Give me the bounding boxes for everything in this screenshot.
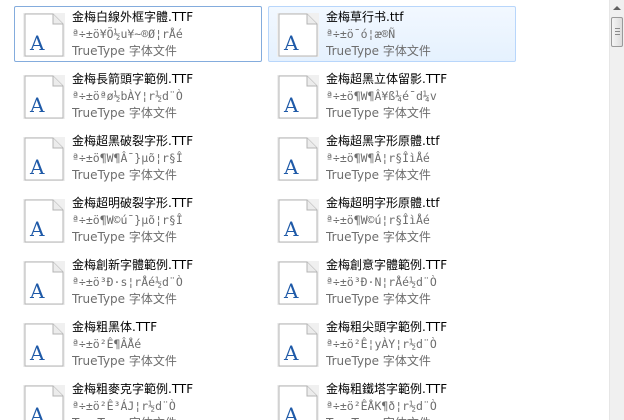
truetype-font-file-icon: A [275,12,321,58]
file-type-label: TrueType 字体文件 [72,415,257,420]
file-name: 金梅超黑破裂字形.TTF [72,134,194,148]
truetype-font-file-icon: A [21,12,67,58]
truetype-font-file-icon: A [21,136,67,182]
file-name: 金梅草行书.ttf [326,10,404,24]
svg-text:A: A [283,217,299,241]
truetype-font-file-icon: A [21,384,67,420]
svg-text:A: A [29,155,45,179]
font-sample-text: ª÷±ö¶W¶Â¯}µõ¦r§Î [72,151,183,165]
file-type-label: TrueType 字体文件 [72,168,177,182]
truetype-font-file-icon: A [275,198,321,244]
file-item[interactable]: A 金梅創意字體範例.TTF ª÷±ö³Ð·N¦rÅé½d¨Ò TrueType 字体… [268,254,516,310]
svg-text:A: A [29,217,45,241]
file-item[interactable]: A 金梅超明字形原體.ttf ª÷±ö¶W©ú¦r§Î­ìÅé TrueType 字体… [268,192,516,248]
file-type-label: TrueType 字体文件 [326,168,431,182]
svg-text:A: A [283,279,299,303]
truetype-font-file-icon: A [21,260,67,306]
truetype-font-file-icon: A [275,384,321,420]
file-item[interactable]: A 金梅粗黑体.TTF ª÷±ö²Ê¶ÂÅé TrueType 字体文件 [14,316,262,372]
font-sample-text: ª÷±ö¶W¶Â¦r§Î­ìÅé [326,151,430,165]
svg-text:A: A [29,31,45,55]
svg-text:A: A [283,341,299,365]
file-type-label: TrueType 字体文件 [72,354,177,368]
font-sample-text: ª÷±ö³Ð·s¦rÅé½d¨Ò [72,275,183,289]
file-type-label: TrueType 字体文件 [326,354,431,368]
file-type-label: TrueType 字体文件 [72,106,177,120]
font-sample-text: ª÷±ö²Ê¦yÀY¦r½d¨Ò [326,337,437,351]
file-name: 金梅超黑字形原體.ttf [326,134,440,148]
file-type-label: TrueType 字体文件 [326,44,431,58]
file-list-pane: A 金梅白線外框字體.TTF ª÷±ö¥Õ½u¥~®Ø¦rÅé TrueType 字体… [0,0,609,420]
file-item[interactable]: A 金梅草行书.ttf ª÷±ö¯ó¦æ®Ñ TrueType 字体文件 [268,6,516,62]
file-type-label: TrueType 字体文件 [72,230,177,244]
file-item[interactable]: A 金梅超黑立体留影.TTF ª÷±ö¶W¶Â¥ß¼é¯d¼v TrueType 字体… [268,68,516,124]
file-name: 金梅超明字形原體.ttf [326,196,440,210]
scroll-up-arrow-icon[interactable] [610,0,624,16]
scrollbar-thumb[interactable] [611,17,623,47]
font-sample-text: ª÷±ö¶W¶Â¥ß¼é¯d¼v [326,89,437,103]
file-name: 金梅創意字體範例.TTF [326,258,448,272]
file-type-label: TrueType 字体文件 [326,106,431,120]
svg-text:A: A [283,31,299,55]
svg-text:A: A [29,279,45,303]
font-sample-text: ª÷±ö³Ð·N¦rÅé½d¨Ò [326,275,437,289]
file-name: 金梅白線外框字體.TTF [72,10,194,24]
file-item[interactable]: A 金梅超黑破裂字形.TTF ª÷±ö¶W¶Â¯}µõ¦r§Î TrueType 字体… [14,130,262,186]
file-name: 金梅超明破裂字形.TTF [72,196,194,210]
file-item[interactable]: A 金梅白線外框字體.TTF ª÷±ö¥Õ½u¥~®Ø¦rÅé TrueType 字体… [14,6,262,62]
file-item[interactable]: A 金梅創新字體範例.TTF ª÷±ö³Ð·s¦rÅé½d¨Ò TrueType 字体… [14,254,262,310]
file-type-label: TrueType 字体文件 [326,230,431,244]
file-item[interactable]: A 金梅超明破裂字形.TTF ª÷±ö¶W©ú¯}µõ¦r§Î TrueType 字体… [14,192,262,248]
file-item[interactable]: A 金梅長箭頭字範例.TTF ª÷±öªø½bÀY¦r½d¨Ò TrueType 字体… [14,68,262,124]
file-name: 金梅粗鐵塔字範例.TTF [326,382,448,396]
file-item[interactable]: A 金梅粗鐵塔字範例.TTF ª÷±ö²ÊÅK¶ð¦r½d¨Ò TrueType 字体… [268,378,516,420]
truetype-font-file-icon: A [21,322,67,368]
truetype-font-file-icon: A [275,322,321,368]
truetype-font-file-icon: A [275,74,321,120]
file-name: 金梅粗麥克字範例.TTF [72,382,194,396]
file-name: 金梅長箭頭字範例.TTF [72,72,194,86]
truetype-font-file-icon: A [21,74,67,120]
file-item[interactable]: A 金梅粗麥克字範例.TTF ª÷±ö²Ê³ÁJ¦r½d¨Ò TrueType 字体文… [14,378,262,420]
font-sample-text: ª÷±ö²Ê¶ÂÅé [72,337,142,351]
file-item[interactable]: A 金梅超黑字形原體.ttf ª÷±ö¶W¶Â¦r§Î­ìÅé TrueType 字体… [268,130,516,186]
truetype-font-file-icon: A [275,136,321,182]
font-sample-text: ª÷±ö¯ó¦æ®Ñ [326,27,396,41]
file-name: 金梅粗黑体.TTF [72,320,158,334]
truetype-font-file-icon: A [275,260,321,306]
font-sample-text: ª÷±ö¥Õ½u¥~®Ø¦rÅé [72,27,183,41]
svg-text:A: A [29,93,45,117]
font-sample-text: ª÷±ö²Ê³ÁJ¦r½d¨Ò [72,399,176,413]
truetype-font-file-icon: A [21,198,67,244]
vertical-scrollbar[interactable] [609,0,624,420]
svg-text:A: A [283,93,299,117]
font-sample-text: ª÷±öªø½bÀY¦r½d¨Ò [72,89,183,103]
file-name: 金梅創新字體範例.TTF [72,258,194,272]
font-sample-text: ª÷±ö²ÊÅK¶ð¦r½d¨Ò [326,399,437,413]
file-item[interactable]: A 金梅粗尖頭字範例.TTF ª÷±ö²Ê¦yÀY¦r½d¨Ò TrueType 字体… [268,316,516,372]
svg-text:A: A [29,341,45,365]
file-type-label: TrueType 字体文件 [72,292,177,306]
svg-text:A: A [29,403,45,420]
file-type-label: TrueType 字体文件 [326,415,511,420]
font-sample-text: ª÷±ö¶W©ú¯}µõ¦r§Î [72,213,183,227]
svg-text:A: A [283,155,299,179]
svg-text:A: A [283,403,299,420]
file-name: 金梅粗尖頭字範例.TTF [326,320,448,334]
file-type-label: TrueType 字体文件 [72,44,177,58]
file-type-label: TrueType 字体文件 [326,292,431,306]
font-sample-text: ª÷±ö¶W©ú¦r§Î­ìÅé [326,213,430,227]
file-name: 金梅超黑立体留影.TTF [326,72,448,86]
